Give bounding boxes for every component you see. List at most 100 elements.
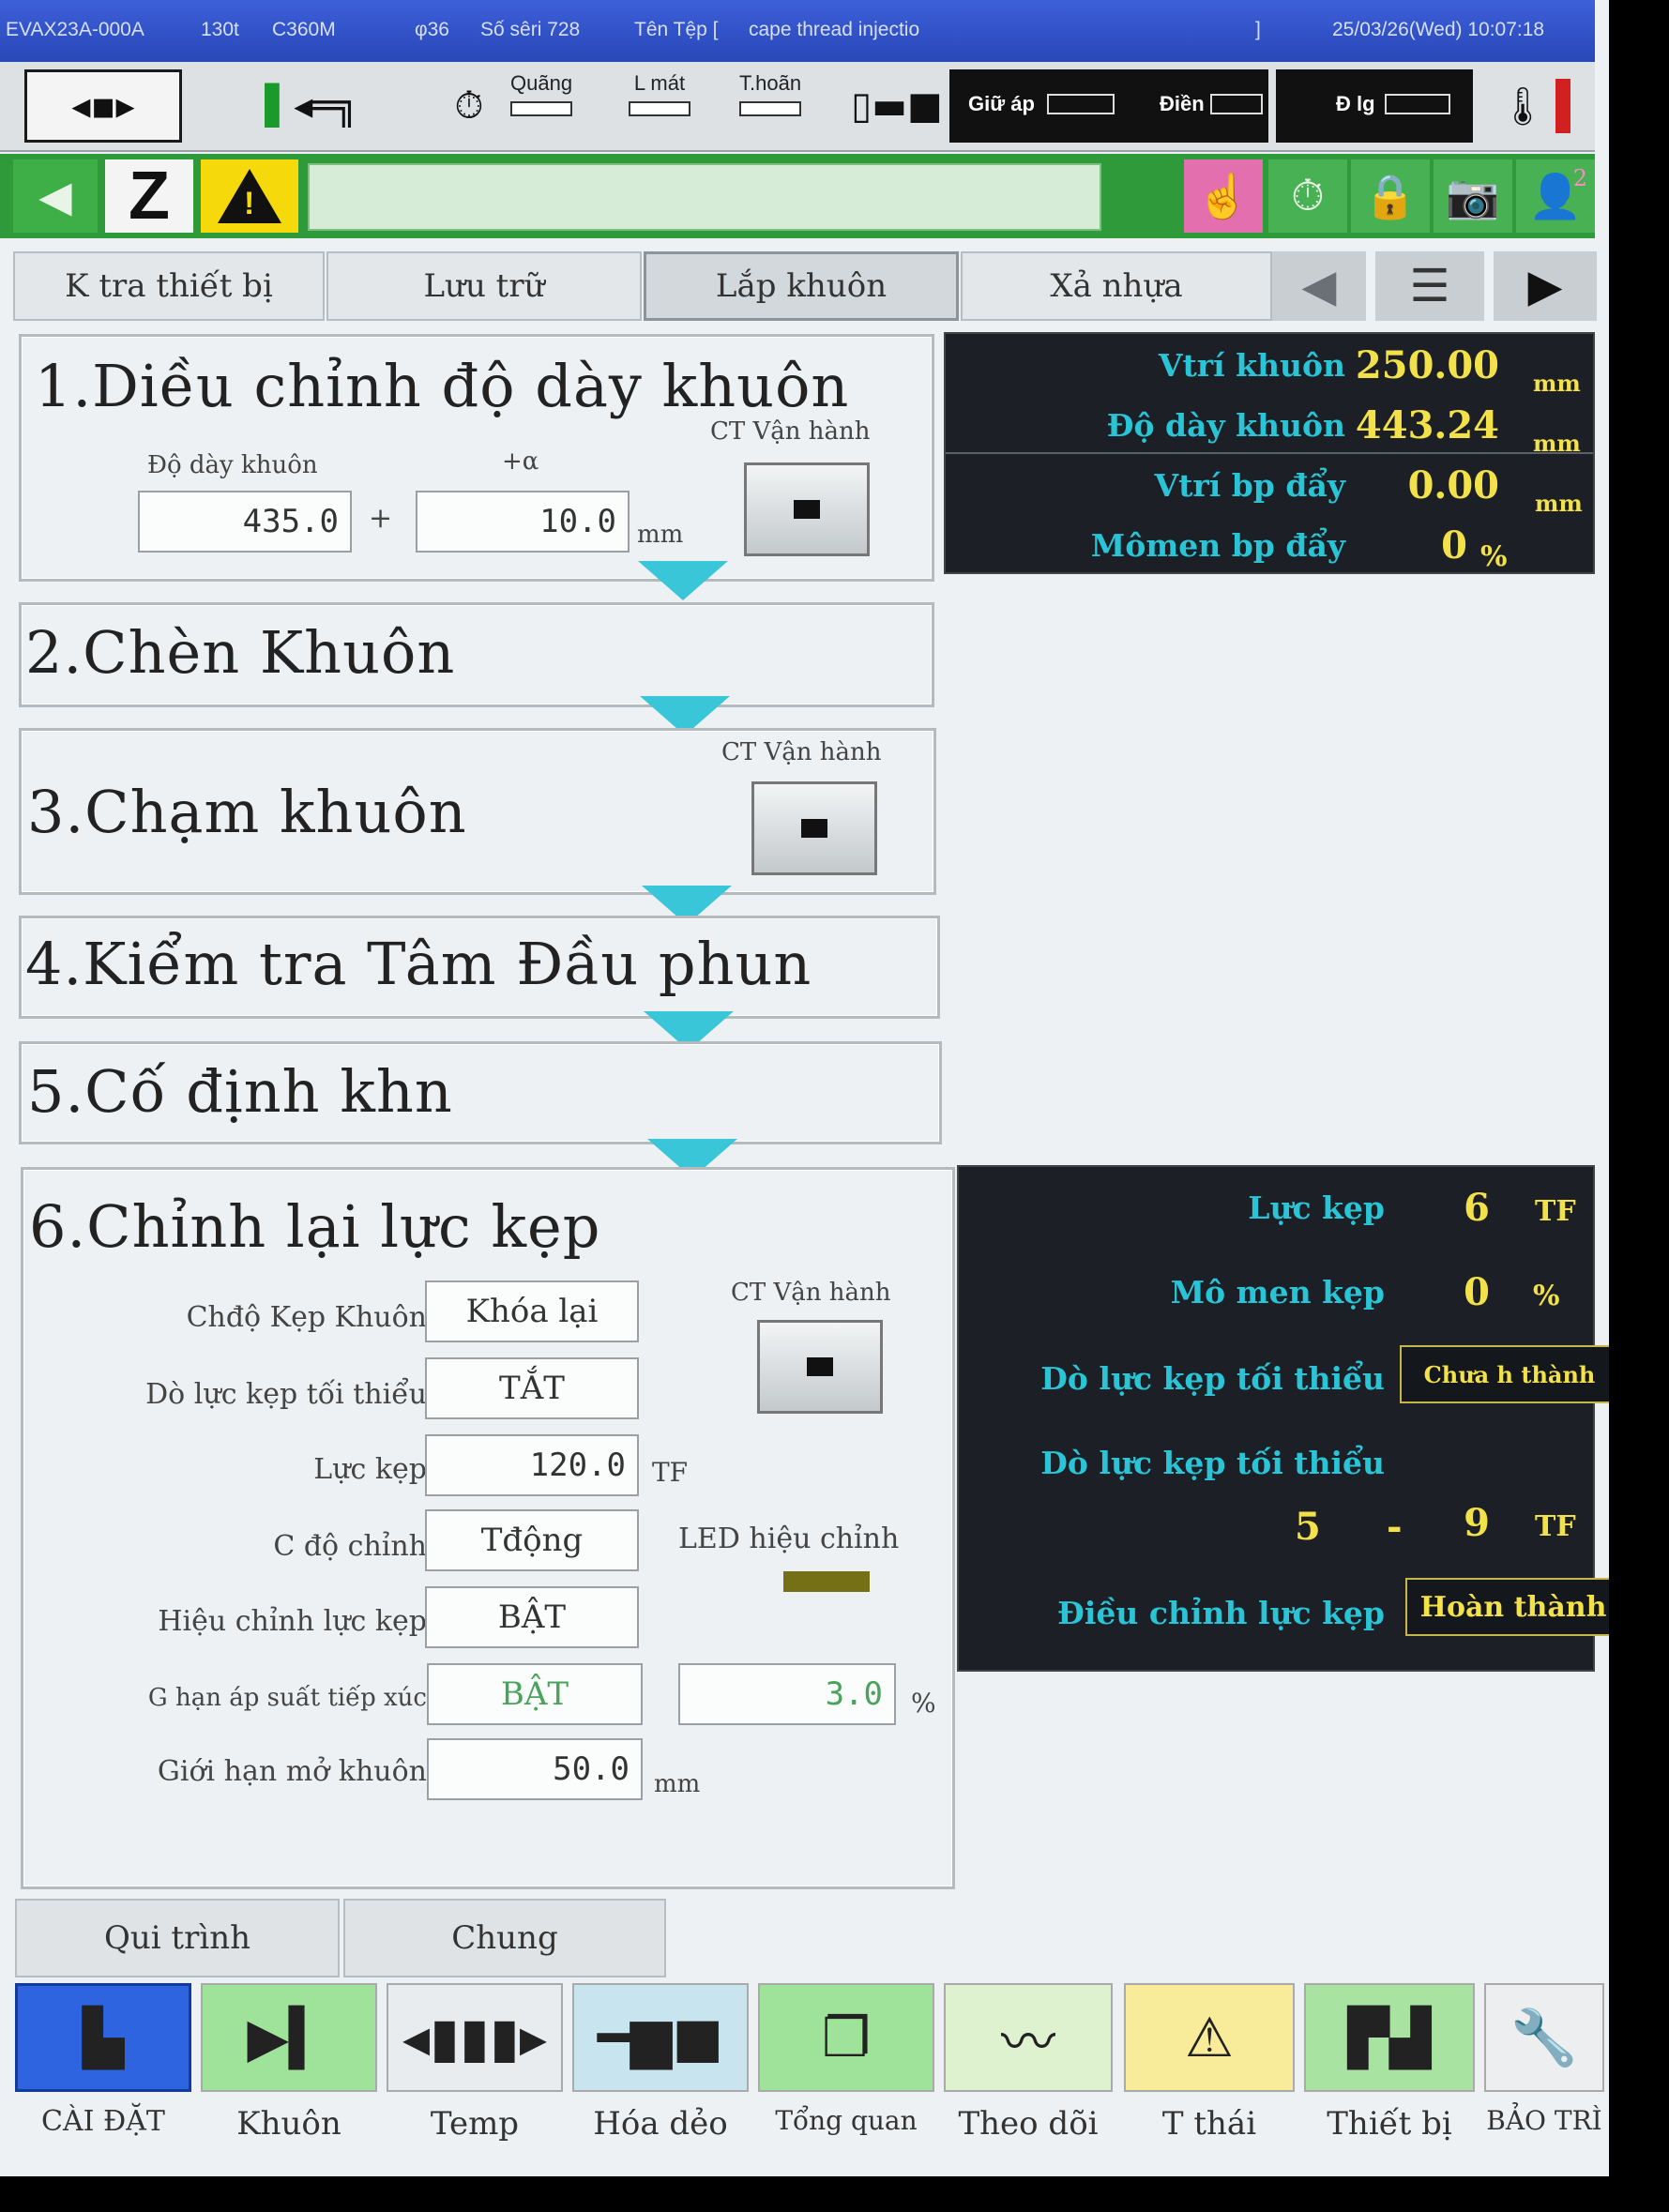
step3-panel: CT Vận hành 3.Chạm khuôn (19, 728, 936, 895)
trend-chart-icon: 〰 (944, 1983, 1113, 2092)
manual-hand-icon[interactable]: ☝ (1184, 159, 1263, 233)
injection-phase-panel: Giữ áp Điền (949, 69, 1268, 143)
step1-run-button[interactable] (744, 462, 870, 556)
file-label: Tên Tệp [ (634, 19, 719, 40)
contact-pressure-unit: % (911, 1688, 936, 1719)
contact-pressure-limit-label: G hạn áp suất tiếp xúc (147, 1684, 427, 1712)
warning-icon[interactable]: ! (201, 159, 298, 233)
menu-list-icon[interactable]: ☰ (1375, 251, 1484, 321)
clamp-force-input[interactable]: 120.0 (425, 1434, 639, 1496)
nav-mold[interactable]: ▶▍ Khuôn (201, 1983, 377, 2152)
subtab-general[interactable]: Chung (343, 1899, 666, 1977)
divider (946, 452, 1593, 454)
clamp-force-actual-label: Lực kẹp (1248, 1189, 1385, 1226)
step6-run-button[interactable] (757, 1320, 883, 1414)
nav-temp[interactable]: ◂▮▮▮▸ Temp (387, 1983, 563, 2152)
min-clamp-search-field[interactable]: TẮT (425, 1357, 639, 1419)
subtab-process[interactable]: Qui trình (15, 1899, 340, 1977)
step5-panel[interactable]: 5.Cố định khn (19, 1041, 942, 1144)
nav-status[interactable]: ⚠ T thái (1124, 1983, 1295, 2152)
status-bar: EVAX23A-000A 130t C360M φ36 Số sêri 728 … (0, 0, 1595, 62)
prev-page-icon[interactable]: ◀ (1272, 251, 1366, 321)
z-logo-icon[interactable]: Z (105, 159, 193, 234)
adjust-status-label: Điều chỉnh lực kẹp (1057, 1595, 1385, 1631)
stopwatch-icon[interactable]: ⏱ (1268, 159, 1347, 233)
adjust-led (783, 1571, 870, 1592)
nav-equipment[interactable]: ▛▟ Thiết bị (1304, 1983, 1475, 2152)
file-name: cape thread injectio (749, 19, 920, 40)
camera-icon[interactable]: 📷 (1434, 159, 1512, 233)
step3-title: 3.Chạm khuôn (27, 778, 467, 846)
tab-equipment-check[interactable]: K tra thiết bị (13, 251, 325, 321)
alarm-message-box (308, 163, 1101, 231)
mold-open-limit-input[interactable]: 50.0 (427, 1738, 643, 1800)
adjust-mode-field[interactable]: Tđộng (425, 1509, 639, 1571)
clamp-torque-unit: % (1533, 1280, 1560, 1312)
next-page-icon[interactable]: ▶ (1494, 251, 1597, 321)
range-dash: - (1387, 1505, 1403, 1549)
nav-monitor[interactable]: 〰 Theo dõi (944, 1983, 1113, 2152)
step2-panel[interactable]: 2.Chèn Khuôn (19, 602, 934, 707)
nav-settings[interactable]: ▙ CÀI ĐẶT (15, 1983, 191, 2152)
step-arrow-1 (638, 561, 728, 600)
step6-panel: 6.Chỉnh lại lực kẹp CT Vận hành Chđộ Kẹp… (21, 1167, 955, 1889)
adjust-mode-label: C độ chỉnh (273, 1530, 427, 1563)
clamp-correction-label: Hiệu chỉnh lực kẹp (158, 1605, 427, 1638)
ejector-torque-label: Mômen bp đẩy (1090, 527, 1345, 564)
back-arrow-icon[interactable]: ◀ (13, 159, 98, 233)
thickness-label: Độ dày khuôn (147, 451, 318, 479)
clamp-status-panel: Lực kẹp 6 TF Mô men kẹp 0 % Dò lực kẹp t… (957, 1165, 1609, 1672)
nav-plasticizing[interactable]: ━▆■ Hóa dẻo (572, 1983, 749, 2152)
step4-panel[interactable]: 4.Kiểm tra Tâm Đầu phun (19, 916, 940, 1019)
mold-position-panel: Vtrí khuôn 250.00 mm Độ dày khuôn 443.24… (944, 332, 1595, 574)
wrench-icon: 🔧 (1484, 1983, 1604, 2092)
tab-purge[interactable]: Xả nhựa (961, 251, 1272, 321)
adjust-status-badge: Hoàn thành (1405, 1578, 1609, 1636)
nav-overview[interactable]: ❐ Tổng quan (758, 1983, 934, 2152)
plasticizing-icon: ━▆■ (572, 1983, 749, 2092)
clamp-force-actual-value: 6 (1464, 1186, 1490, 1230)
alarm-bar: ◀ Z ! ☝ ⏱ 🔒 📷 👤 2 (0, 154, 1595, 238)
ejector-icon: ▌ ◂═╗ (265, 84, 358, 128)
thickness-input[interactable]: 435.0 (138, 491, 352, 553)
led-adjust-label: LED hiệu chỉnh (678, 1523, 900, 1555)
stroke-indicator: Quãng (510, 71, 572, 116)
step3-run-button[interactable] (751, 781, 877, 875)
mold-thickness-label: Độ dày khuôn (1106, 407, 1345, 444)
lock-icon[interactable]: 🔒 (1351, 159, 1430, 233)
machine-state-bar: ◂▪▸ ▌ ◂═╗ ⏱ Quãng L mát T.hoãn ▯▬■ Giữ áp… (0, 62, 1595, 152)
hmi-screen: EVAX23A-000A 130t C360M φ36 Số sêri 728 … (0, 0, 1609, 2176)
status-warning-icon: ⚠ (1124, 1983, 1295, 2092)
plus-sign: + (369, 502, 393, 535)
min-range-label: Dò lực kẹp tối thiểu (1040, 1445, 1385, 1481)
range-unit: TF (1535, 1510, 1576, 1543)
tab-mold-install[interactable]: Lắp khuôn (644, 251, 959, 321)
range-high-value: 9 (1464, 1501, 1490, 1545)
tab-storage[interactable]: Lưu trữ (326, 251, 642, 321)
clamp-force-label: Lực kẹp (313, 1453, 427, 1486)
mold-open-close-icon: ◂▪▸ (24, 69, 182, 143)
ejector-position-label: Vtrí bp đẩy (1154, 467, 1345, 504)
mold-position-label: Vtrí khuôn (1158, 347, 1345, 384)
clamp-mode-field[interactable]: Khóa lại (425, 1280, 639, 1342)
alpha-input[interactable]: 10.0 (416, 491, 630, 553)
clamp-force-unit: TF (652, 1457, 689, 1488)
nav-maintenance[interactable]: 🔧 BẢO TRÌ (1484, 1983, 1604, 2152)
file-bracket: ] (1255, 19, 1261, 40)
contact-pressure-limit-input[interactable]: 3.0 (678, 1663, 896, 1725)
mold-position-value: 250.00 (1355, 343, 1499, 387)
user-icon[interactable]: 👤 2 (1516, 159, 1595, 233)
clamp-mode-label: Chđộ Kẹp Khuôn (186, 1301, 427, 1334)
mold-icon: ▶▍ (201, 1983, 377, 2092)
machine-model: EVAX23A-000A (6, 19, 144, 40)
min-search-status-badge: Chưa h thành (1400, 1345, 1609, 1403)
step2-title: 2.Chèn Khuôn (25, 618, 456, 687)
overview-windows-icon: ❐ (758, 1983, 934, 2092)
ejector-torque-value: 0 (1441, 523, 1467, 568)
step1-title: 1.Diều chỉnh độ dày khuôn (35, 352, 850, 420)
clamp-force-actual-unit: TF (1535, 1195, 1576, 1228)
clamp-correction-field[interactable]: BẬT (425, 1586, 639, 1648)
ejector-torque-unit: % (1480, 540, 1508, 573)
step1-panel: 1.Diều chỉnh độ dày khuôn CT Vận hành Độ… (19, 334, 934, 582)
contact-pressure-limit-field[interactable]: BẬT (427, 1663, 643, 1725)
